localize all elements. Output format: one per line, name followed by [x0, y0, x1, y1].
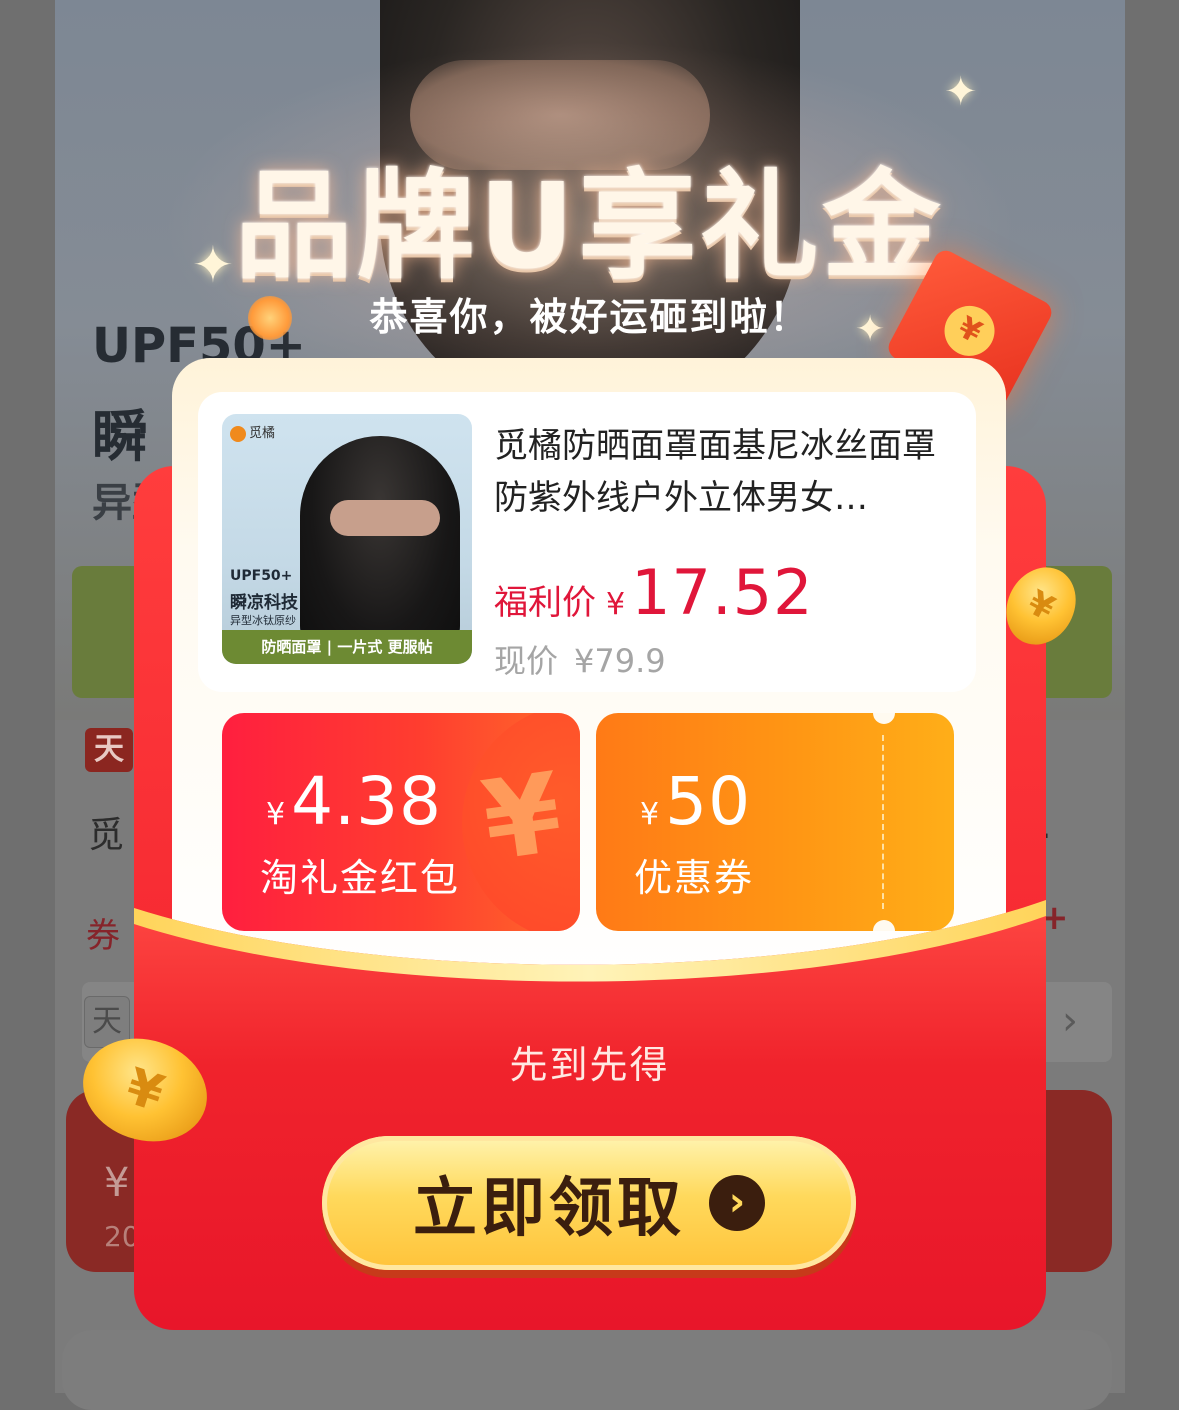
popup-title: 品牌U享礼金 — [234, 157, 945, 295]
current-price-label: 现价 — [494, 642, 559, 680]
sparkle-icon: ✦ — [944, 69, 978, 115]
welfare-price-label: 福利价 — [494, 583, 596, 623]
welfare-price-currency: ¥ — [606, 587, 626, 622]
current-price: 现价 ¥79.9 — [494, 636, 666, 682]
claim-now-button[interactable]: 立即领取 › — [322, 1136, 856, 1270]
discount-coupon-currency: ¥ — [640, 797, 660, 832]
discount-coupon-value: 50 — [665, 763, 752, 840]
welfare-price: 福利价 ¥17.52 — [494, 556, 814, 629]
red-packet-coupon: ¥ ¥4.38 淘礼金红包 — [222, 713, 580, 931]
coupon-divider — [882, 735, 884, 909]
red-packet-currency: ¥ — [266, 797, 286, 832]
yen-coin-icon: ¥ — [935, 297, 1004, 365]
product-image-tech: 瞬凉科技 — [230, 593, 298, 613]
red-packet-value: 4.38 — [291, 763, 443, 840]
welfare-price-value: 17.52 — [631, 556, 814, 629]
red-packet-amount: ¥4.38 — [266, 763, 442, 840]
product-image-model — [300, 436, 460, 656]
discount-coupon: ¥50 优惠券 — [596, 713, 954, 931]
arrow-right-icon: › — [709, 1175, 765, 1231]
sparkle-icon: ✦ — [855, 309, 886, 350]
coupon-notch-bottom — [873, 920, 895, 931]
product-image-upf: UPF50+ — [230, 568, 293, 584]
bottom-card-bg — [62, 1330, 1112, 1410]
product-image-eyes — [330, 500, 440, 536]
glow-coin-icon — [248, 296, 292, 340]
banner-text-line2: 瞬 — [92, 405, 148, 470]
price-currency-bg: ¥ — [104, 1160, 130, 1206]
product-image-fabric: 异型冰钛原纱 — [230, 614, 296, 627]
coupon-text-bg: 券 — [86, 916, 120, 956]
red-packet-label: 淘礼金红包 — [260, 856, 461, 900]
product-name[interactable]: 觅橘防晒面罩面基尼冰丝面罩防紫外线户外立体男女… — [494, 420, 954, 524]
brand-name: 觅橘 — [249, 426, 276, 441]
product-image-bar: 防晒面罩 | 一片式 更服帖 — [222, 630, 472, 664]
tmall-tag: 天 — [85, 728, 133, 772]
brand-logo-icon — [230, 425, 246, 442]
claim-now-label: 立即领取 — [413, 1172, 685, 1246]
product-image[interactable]: 觅橘 UPF50+ 瞬凉科技 异型冰钛原纱 防晒面罩 | 一片式 更服帖 — [222, 414, 472, 664]
coupon-notch-top — [873, 713, 895, 724]
brand-logo: 觅橘 — [230, 422, 275, 442]
discount-coupon-amount: ¥50 — [640, 763, 751, 840]
discount-coupon-label: 优惠券 — [634, 856, 755, 900]
current-price-value: ¥79.9 — [574, 642, 666, 680]
product-title-bg: 觅 — [88, 815, 125, 856]
sparkle-icon: ✦ — [192, 236, 234, 294]
